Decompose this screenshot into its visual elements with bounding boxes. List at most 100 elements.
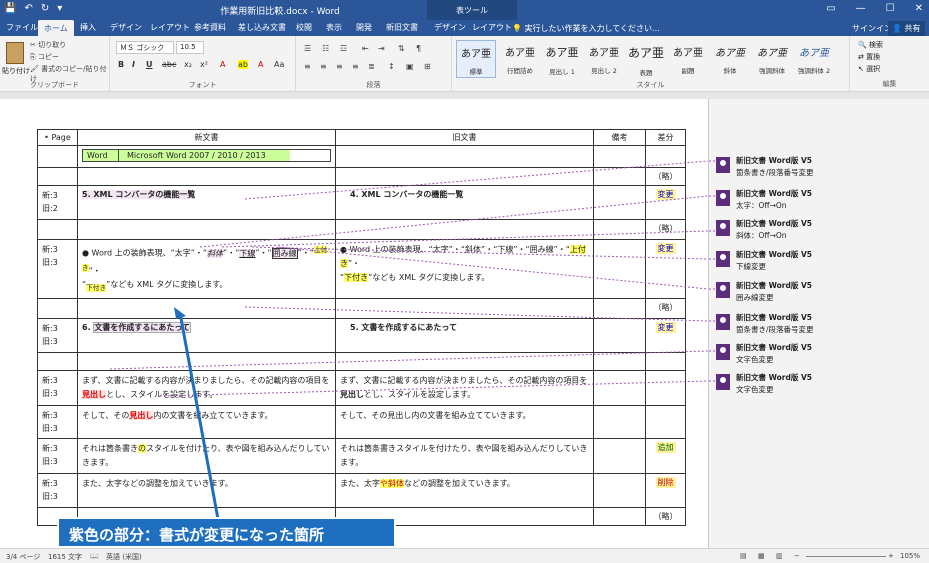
borders-icon[interactable]: ⊞	[424, 62, 431, 71]
numbering-icon[interactable]: ☷	[322, 44, 329, 53]
read-mode-icon[interactable]: ▤	[740, 552, 747, 560]
style-item[interactable]: あア亜 行間詰め	[500, 40, 540, 78]
tab-view[interactable]: 表示	[326, 22, 342, 33]
close-icon[interactable]: ✕	[915, 3, 923, 14]
zoom-slider[interactable]	[806, 556, 886, 557]
line-spacing-icon[interactable]: ↕	[388, 62, 395, 71]
text: 内の文書を組み立てていきます。	[153, 410, 273, 420]
replace-button[interactable]: ⇄ 置換	[858, 52, 880, 62]
tab-design[interactable]: デザイン	[110, 22, 142, 33]
cell	[593, 437, 646, 474]
signin-link[interactable]: サインイン	[852, 23, 892, 34]
style-item[interactable]: あア亜 強調斜体	[752, 40, 792, 78]
comment-author: 新旧文書 Word版 V5	[736, 343, 812, 352]
align-left-icon[interactable]: ≡	[304, 62, 311, 71]
comment-balloon[interactable]: 新旧文書 Word版 V5 箇条書き/段落番号変更	[716, 310, 906, 340]
style-item[interactable]: あア亜 表題	[626, 40, 666, 78]
show-marks-icon[interactable]: ¶	[416, 44, 421, 53]
text-effect-icon[interactable]: A	[220, 60, 225, 69]
distributed-icon[interactable]: ≣	[368, 62, 375, 71]
cut-button[interactable]: ✂ 切り取り	[30, 40, 66, 50]
tab-newold[interactable]: 新旧文書	[386, 22, 418, 33]
tab-table-layout[interactable]: レイアウト	[472, 22, 512, 33]
zoom-out-icon[interactable]: −	[794, 552, 800, 560]
cell	[593, 506, 646, 526]
maximize-icon[interactable]: ☐	[886, 3, 895, 14]
bullets-icon[interactable]: ☰	[304, 44, 311, 53]
shading-icon[interactable]: ▣	[406, 62, 414, 71]
tab-file[interactable]: ファイル	[6, 22, 38, 33]
diff-badge: 変更	[655, 189, 676, 200]
comment-balloon[interactable]: 新旧文書 Word版 V5 斜体：Off→On	[716, 216, 906, 246]
comment-balloon[interactable]: 新旧文書 Word版 V5 文字色変更	[716, 340, 906, 370]
bold-button[interactable]: B	[118, 60, 124, 69]
change-case-button[interactable]: Aa	[274, 60, 284, 69]
paste-button[interactable]: 貼り付け	[2, 66, 30, 76]
multilevel-icon[interactable]: ☲	[340, 44, 347, 53]
tab-table-design[interactable]: デザイン	[434, 22, 466, 33]
subscript-button[interactable]: x₂	[184, 60, 192, 69]
underline-button[interactable]: U	[146, 60, 153, 69]
print-layout-icon[interactable]: ▦	[758, 552, 765, 560]
copy-button[interactable]: ⎘ コピー	[30, 52, 59, 62]
tab-review[interactable]: 校閲	[296, 22, 312, 33]
proofing-icon[interactable]: 📖	[90, 552, 99, 560]
web-layout-icon[interactable]: ▥	[776, 552, 783, 560]
editing-label: 編集	[882, 80, 897, 88]
comment-balloon[interactable]: 新旧文書 Word版 V5 文字色変更	[716, 370, 906, 400]
minimize-icon[interactable]: —	[856, 3, 866, 14]
ribbon-display-icon[interactable]: ▭	[826, 3, 835, 14]
style-item[interactable]: あア亜 斜体	[710, 40, 750, 78]
comment-balloon[interactable]: 新旧文書 Word版 V5 箇条書き/段落番号変更	[716, 153, 906, 183]
increase-indent-icon[interactable]: ⇥	[378, 44, 385, 53]
tab-developer[interactable]: 開発	[356, 22, 372, 33]
language[interactable]: 英語 (米国)	[106, 552, 142, 562]
comment-balloon[interactable]: 新旧文書 Word版 V5 囲み線変更	[716, 278, 906, 308]
tell-me-search[interactable]: 💡 実行したい作業を入力してください...	[512, 23, 660, 34]
diff-badge: 削除	[655, 476, 676, 488]
share-button[interactable]: 👤 共有	[888, 21, 925, 36]
font-size-select[interactable]: 10.5	[176, 41, 204, 54]
highlight-icon[interactable]: ab	[238, 60, 248, 69]
justify-icon[interactable]: ≡	[352, 62, 359, 71]
page-count[interactable]: 3/4 ページ	[6, 552, 40, 562]
select-button[interactable]: ↖ 選択	[858, 64, 880, 74]
cell	[593, 369, 646, 406]
word-count[interactable]: 1615 文字	[48, 552, 82, 562]
tab-home[interactable]: ホーム	[38, 20, 74, 36]
comment-balloon[interactable]: 新旧文書 Word版 V5 太字：Off→On	[716, 186, 906, 216]
paste-icon[interactable]	[6, 42, 24, 64]
comment-balloon[interactable]: 新旧文書 Word版 V5 下線変更	[716, 247, 906, 277]
text: また、太字	[340, 478, 380, 488]
align-right-icon[interactable]: ≡	[336, 62, 343, 71]
text: それは箇条書き	[82, 443, 138, 453]
zoom-level[interactable]: 105%	[900, 552, 920, 560]
decrease-indent-icon[interactable]: ⇤	[362, 44, 369, 53]
italic-button[interactable]: I	[132, 60, 135, 69]
text: ”・“	[297, 248, 314, 258]
cell	[335, 219, 594, 240]
table-row: 新:3 旧:3 ● Word 上の装飾表現、“太字”・“斜体”・“下線”・“囲み…	[37, 239, 686, 299]
strike-button[interactable]: abc	[162, 60, 176, 69]
find-button[interactable]: 🔍 検索	[858, 40, 883, 50]
style-item[interactable]: あア亜 副題	[668, 40, 708, 78]
superscript-button[interactable]: x²	[200, 60, 208, 69]
align-center-icon[interactable]: ≡	[320, 62, 327, 71]
sort-icon[interactable]: ⇅	[398, 44, 405, 53]
font-name-select[interactable]: ＭＳ ゴシック	[116, 41, 174, 54]
tab-layout[interactable]: レイアウト	[150, 22, 190, 33]
text: そして、その	[82, 410, 130, 420]
text: まず、文書に記載する内容が決まりましたら、その記載内容の項目を	[82, 375, 330, 385]
style-item[interactable]: あア亜 強調斜体 2	[794, 40, 834, 78]
style-item[interactable]: あア亜 見出し 1	[542, 40, 582, 78]
style-item[interactable]: あア亜 標準	[456, 40, 496, 78]
zoom-in-icon[interactable]: +	[888, 552, 894, 560]
tab-insert[interactable]: 挿入	[80, 22, 96, 33]
text: 下付き	[344, 273, 369, 282]
font-color-icon[interactable]: A	[258, 60, 263, 69]
tab-mailings[interactable]: 差し込み文書	[238, 22, 286, 33]
text: 下線	[239, 248, 256, 258]
style-item[interactable]: あア亜 見出し 2	[584, 40, 624, 78]
tab-references[interactable]: 参考資料	[194, 22, 226, 33]
header-new: 新文書	[77, 129, 336, 146]
